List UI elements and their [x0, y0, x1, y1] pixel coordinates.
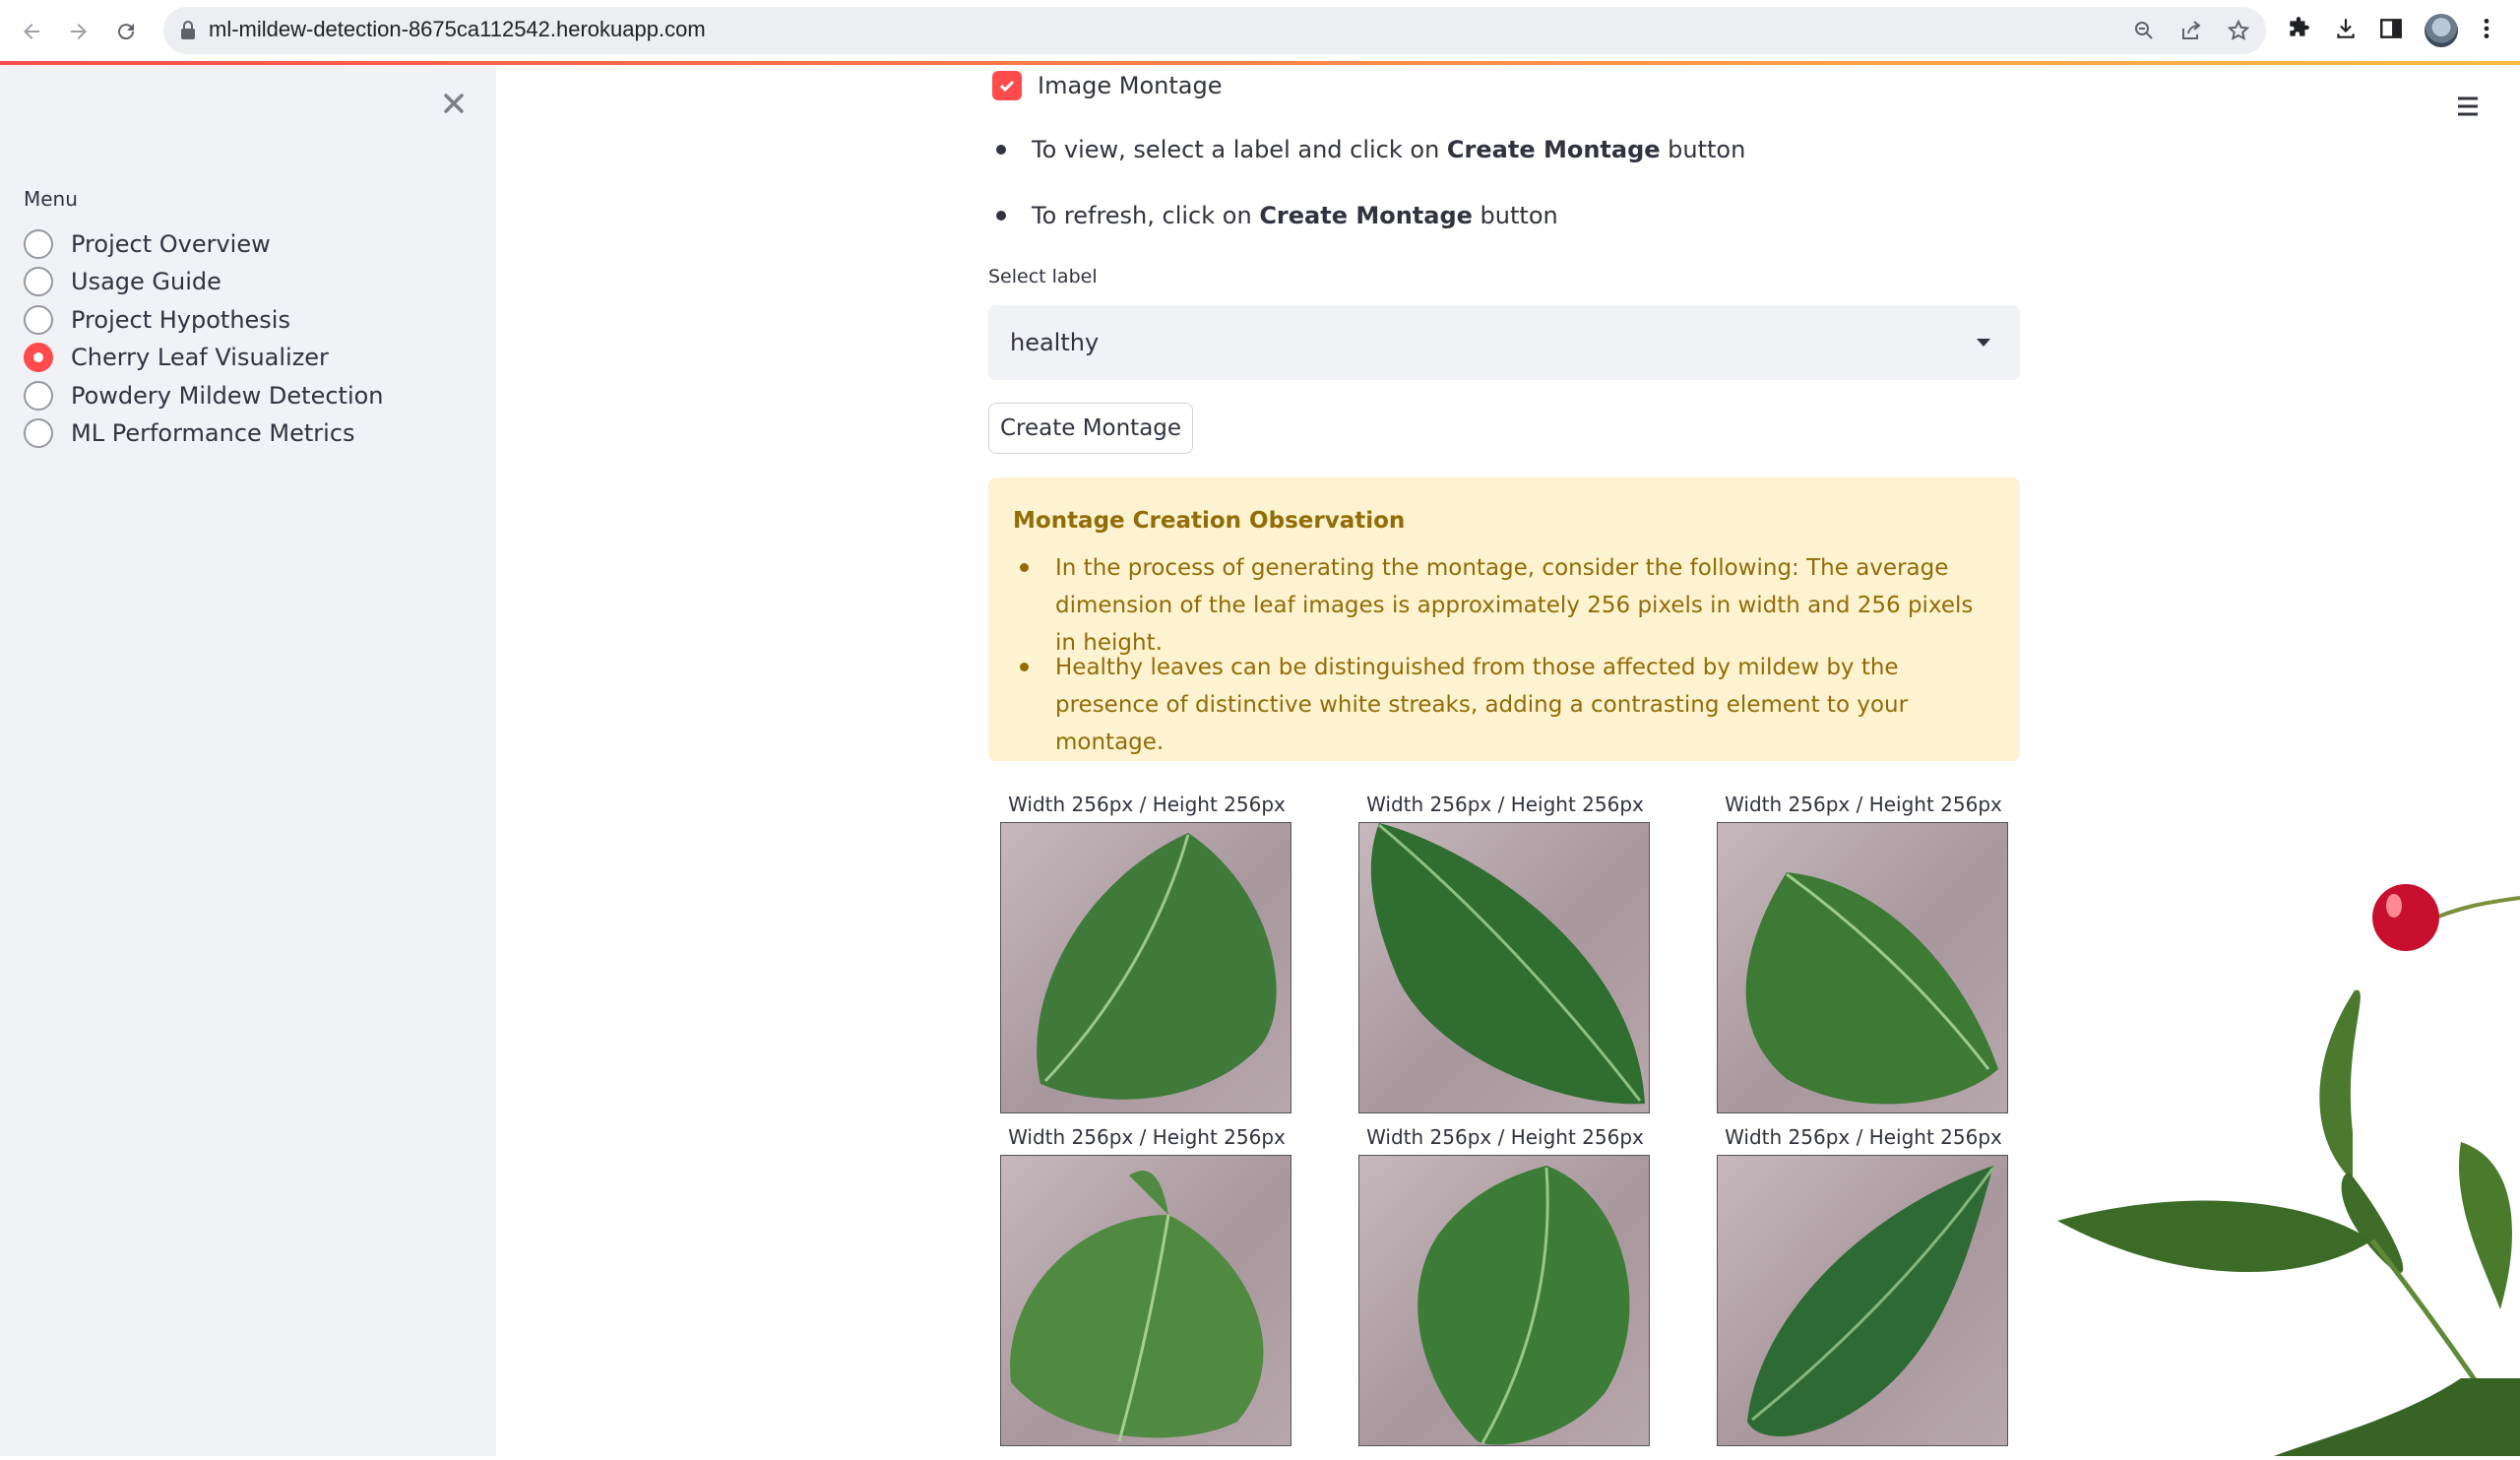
sidebar: Menu Project Overview Usage Guide Projec…: [0, 65, 496, 1456]
instruction-pre: To view, select a label and click on: [1032, 136, 1447, 163]
instruction-bold: Create Montage: [1259, 202, 1473, 229]
sidebar-item-label: Cherry Leaf Visualizer: [71, 344, 329, 371]
instruction-item: To refresh, click on Create Montage butt…: [992, 202, 1558, 229]
sidebar-item-usage-guide[interactable]: Usage Guide: [24, 263, 221, 300]
image-montage-checkbox-row[interactable]: Image Montage: [992, 71, 1223, 100]
radio-button[interactable]: [24, 305, 53, 335]
lock-icon[interactable]: [179, 21, 197, 44]
sidebar-item-ml-performance-metrics[interactable]: ML Performance Metrics: [24, 414, 355, 452]
browser-toolbar: ml-mildew-detection-8675ca112542.herokua…: [0, 0, 2520, 61]
sidebar-item-project-overview[interactable]: Project Overview: [24, 225, 271, 263]
select-label: Select label: [988, 266, 1098, 287]
star-icon[interactable]: [2227, 19, 2250, 46]
menu-label: Menu: [24, 187, 78, 211]
sidebar-item-label: ML Performance Metrics: [71, 419, 355, 447]
close-icon[interactable]: [439, 89, 469, 118]
side-panel-icon[interactable]: [2378, 16, 2404, 45]
leaf-image: [1358, 822, 1650, 1113]
radio-button[interactable]: [24, 418, 53, 448]
sidebar-item-label: Powdery Mildew Detection: [71, 382, 384, 410]
sidebar-item-cherry-leaf-visualizer[interactable]: Cherry Leaf Visualizer: [24, 339, 329, 376]
sidebar-item-label: Project Hypothesis: [71, 306, 290, 334]
checkbox-label: Image Montage: [1038, 72, 1223, 99]
forward-arrow-icon[interactable]: [61, 14, 96, 49]
instruction-bold: Create Montage: [1446, 136, 1661, 163]
montage-caption: Width 256px / Height 256px: [1725, 1125, 2002, 1149]
radio-button[interactable]: [24, 381, 53, 411]
montage-caption: Width 256px / Height 256px: [1366, 1125, 1644, 1149]
montage-caption: Width 256px / Height 256px: [1725, 793, 2002, 816]
hamburger-menu-icon[interactable]: [2453, 95, 2483, 118]
alert-title: Montage Creation Observation: [1013, 508, 1406, 534]
label-select[interactable]: healthy: [988, 305, 2020, 380]
kebab-menu-icon[interactable]: [2477, 16, 2496, 45]
chevron-down-icon[interactable]: [1977, 339, 1990, 347]
leaf-image: [1000, 822, 1292, 1113]
bullet-dot: [996, 145, 1006, 155]
cherry-leaf-decoration: [2048, 866, 2520, 1456]
instruction-text: To refresh, click on Create Montage butt…: [1032, 202, 1558, 229]
alert-item: In the process of generating the montage…: [1020, 549, 1990, 662]
select-value: healthy: [1010, 329, 1100, 356]
sidebar-item-label: Usage Guide: [71, 268, 221, 295]
create-montage-button[interactable]: Create Montage: [988, 403, 1193, 454]
zoom-icon[interactable]: [2132, 19, 2156, 46]
montage-caption: Width 256px / Height 256px: [1008, 1125, 1286, 1149]
radio-button[interactable]: [24, 267, 53, 296]
bullet-dot: [996, 211, 1006, 221]
montage-observation-alert: Montage Creation Observation In the proc…: [988, 477, 2020, 761]
sidebar-item-project-hypothesis[interactable]: Project Hypothesis: [24, 301, 290, 339]
radio-button[interactable]: [24, 229, 53, 259]
alert-item: Healthy leaves can be distinguished from…: [1020, 649, 1990, 761]
montage-caption: Width 256px / Height 256px: [1366, 793, 1644, 816]
instruction-text: To view, select a label and click on Cre…: [1032, 136, 1745, 163]
leaf-image: [1358, 1155, 1650, 1446]
instruction-pre: To refresh, click on: [1032, 202, 1260, 229]
puzzle-icon[interactable]: [2286, 16, 2311, 45]
leaf-image: [1717, 1155, 2008, 1446]
share-icon[interactable]: [2179, 19, 2203, 46]
leaf-image: [1717, 822, 2008, 1113]
montage-caption: Width 256px / Height 256px: [1008, 793, 1286, 816]
leaf-image: [1000, 1155, 1292, 1446]
instruction-post: button: [1660, 136, 1746, 163]
url-text[interactable]: ml-mildew-detection-8675ca112542.herokua…: [209, 17, 706, 42]
address-bar[interactable]: ml-mildew-detection-8675ca112542.herokua…: [163, 7, 2266, 54]
back-arrow-icon[interactable]: [14, 14, 49, 49]
sidebar-item-powdery-mildew-detection[interactable]: Powdery Mildew Detection: [24, 377, 384, 414]
radio-button-selected[interactable]: [24, 343, 53, 372]
reload-icon[interactable]: [108, 14, 144, 49]
profile-avatar[interactable]: [2425, 14, 2458, 47]
instruction-post: button: [1472, 202, 1558, 229]
check-icon[interactable]: [992, 71, 1022, 100]
sidebar-item-label: Project Overview: [71, 230, 271, 258]
instruction-item: To view, select a label and click on Cre…: [992, 136, 1745, 163]
download-icon[interactable]: [2333, 16, 2359, 45]
